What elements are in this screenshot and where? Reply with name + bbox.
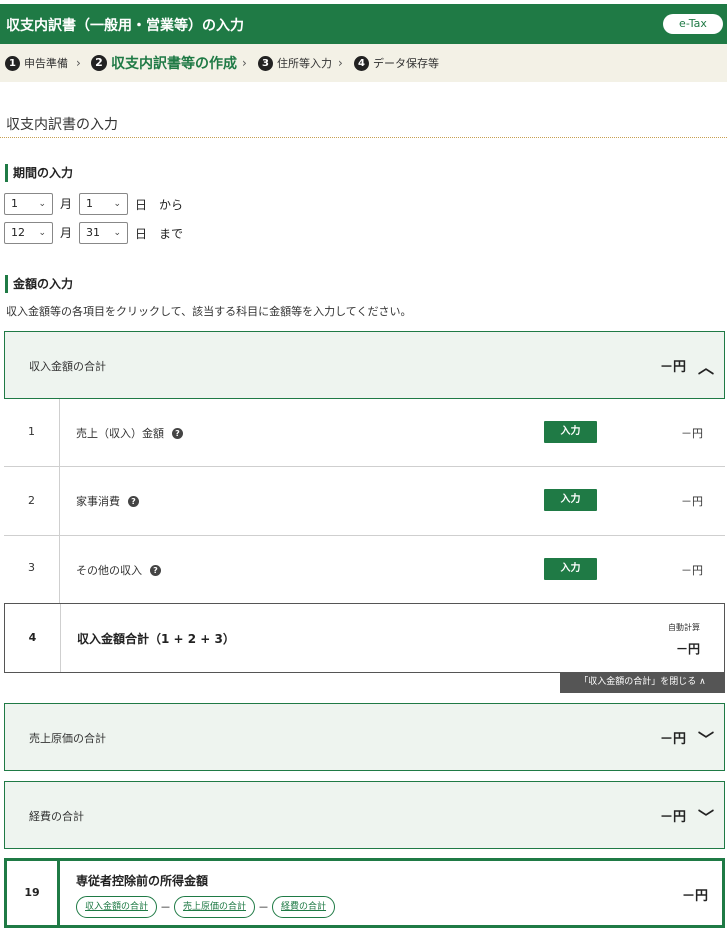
amount-description: 収入金額等の各項目をクリックして、該当する科目に金額等を入力してください。: [6, 305, 412, 318]
app-header: 収支内訳書（一般用・営業等）の入力 e-Tax: [0, 4, 727, 44]
to-label: まで: [159, 227, 184, 241]
step-3-number: 3: [258, 55, 273, 71]
row-number: 4: [5, 604, 61, 672]
step-2-number: 2: [91, 55, 107, 71]
to-day-value: 31: [86, 226, 100, 239]
to-month-select[interactable]: 12 ⌄: [4, 222, 53, 244]
step-4-label: データ保存等: [373, 57, 439, 70]
row-number: 2: [4, 467, 60, 535]
row-amount: －円: [681, 495, 703, 508]
input-button-household[interactable]: 入力: [544, 489, 597, 511]
row-number: 1: [4, 399, 60, 466]
to-month-value: 12: [11, 226, 25, 239]
step-4: 4 データ保存等: [354, 55, 439, 71]
row-name: 家事消費 ?: [76, 493, 139, 509]
question-icon[interactable]: ?: [150, 564, 161, 576]
input-button-other[interactable]: 入力: [544, 558, 597, 580]
income-total-link[interactable]: 収入金額の合計: [76, 896, 158, 918]
step-separator: ›: [242, 56, 247, 70]
from-day-label: 日: [135, 198, 148, 212]
cogs-accordion-label: 売上原価の合計: [29, 732, 106, 745]
dotted-divider: [0, 137, 727, 138]
row-label: その他の収入: [76, 564, 142, 577]
from-label: から: [159, 198, 184, 212]
row-amount: －円: [675, 642, 700, 656]
from-day-value: 1: [86, 197, 93, 210]
cogs-accordion-total: －円: [659, 732, 686, 747]
step-2-current: 2 収支内訳書等の作成: [91, 53, 237, 73]
chevron-down-icon: ⌄: [38, 228, 46, 238]
from-month-label: 月: [60, 197, 73, 211]
income-accordion-header[interactable]: 収入金額の合計 －円 ︿: [4, 331, 725, 399]
row-label: 収入金額合計（1 + 2 + 3）: [77, 632, 235, 646]
period-heading: 期間の入力: [5, 164, 73, 182]
question-icon[interactable]: ?: [128, 495, 139, 507]
income-total-row: 4 収入金額合計（1 + 2 + 3） 自動計算 －円: [4, 603, 725, 673]
input-button-sales[interactable]: 入力: [544, 421, 597, 443]
page-header-title: 収支内訳書（一般用・営業等）の入力: [6, 18, 244, 34]
income-accordion-label: 収入金額の合計: [29, 360, 106, 373]
table-row: 2 家事消費 ? 入力 －円: [4, 467, 725, 536]
step-3: 3 住所等入力: [258, 55, 332, 71]
expense-accordion-label: 経費の合計: [29, 810, 84, 823]
step-2-label: 収支内訳書等の作成: [111, 56, 237, 72]
close-income-button[interactable]: 「収入金額の合計」を閉じる ∧: [560, 672, 725, 693]
section-title: 収支内訳書の入力: [6, 117, 118, 133]
row-amount: －円: [681, 427, 703, 440]
step-1-label: 申告準備: [24, 57, 68, 70]
step-1: 1 申告準備: [5, 55, 68, 71]
auto-calc-label: 自動計算: [668, 623, 700, 632]
formula-chips: 収入金額の合計 － 売上原価の合計 － 経費の合計: [76, 896, 336, 918]
table-row: 1 売上（収入）金額 ? 入力 －円: [4, 399, 725, 467]
question-icon[interactable]: ?: [172, 427, 183, 439]
expense-accordion-total: －円: [659, 810, 686, 825]
expense-accordion-header[interactable]: 経費の合計 －円 ﹀: [4, 781, 725, 849]
from-day-select[interactable]: 1 ⌄: [79, 193, 128, 215]
cogs-accordion-header[interactable]: 売上原価の合計 －円 ﹀: [4, 703, 725, 771]
step-1-number: 1: [5, 55, 20, 71]
minus-sign: －: [160, 901, 172, 914]
chevron-down-icon: ⌄: [38, 199, 46, 209]
step-indicator: 1 申告準備 › 2 収支内訳書等の作成 › 3 住所等入力 › 4 データ保存…: [0, 44, 727, 82]
chevron-up-icon: ︿: [697, 358, 714, 377]
row-amount: －円: [681, 889, 708, 904]
chevron-down-icon: ﹀: [697, 730, 714, 749]
table-row: 3 その他の収入 ? 入力 －円: [4, 536, 725, 604]
minus-sign: －: [258, 901, 270, 914]
income-before-deduction-row: 19 専従者控除前の所得金額 収入金額の合計 － 売上原価の合計 － 経費の合計…: [4, 858, 725, 928]
from-month-select[interactable]: 1 ⌄: [4, 193, 53, 215]
step-separator: ›: [338, 56, 343, 70]
from-month-value: 1: [11, 197, 18, 210]
step-separator: ›: [76, 56, 81, 70]
row-label: 売上（収入）金額: [76, 427, 164, 440]
row-label: 家事消費: [76, 495, 120, 508]
row-number: 3: [4, 536, 60, 604]
cogs-total-link[interactable]: 売上原価の合計: [174, 896, 256, 918]
amount-heading: 金額の入力: [5, 275, 73, 293]
to-month-label: 月: [60, 226, 73, 240]
row-name: 売上（収入）金額 ?: [76, 425, 183, 441]
expense-total-link[interactable]: 経費の合計: [272, 896, 336, 918]
etax-badge[interactable]: e-Tax: [663, 14, 723, 34]
step-3-label: 住所等入力: [277, 57, 332, 70]
to-day-select[interactable]: 31 ⌄: [79, 222, 128, 244]
step-4-number: 4: [354, 55, 369, 71]
income-accordion-total: －円: [659, 360, 686, 375]
chevron-down-icon: ⌄: [113, 199, 121, 209]
row-amount: －円: [681, 564, 703, 577]
row-name: その他の収入 ?: [76, 562, 161, 578]
chevron-down-icon: ﹀: [697, 808, 714, 827]
row-label: 専従者控除前の所得金額: [76, 874, 209, 888]
chevron-down-icon: ⌄: [113, 228, 121, 238]
to-day-label: 日: [135, 227, 148, 241]
row-number: 19: [7, 861, 60, 925]
